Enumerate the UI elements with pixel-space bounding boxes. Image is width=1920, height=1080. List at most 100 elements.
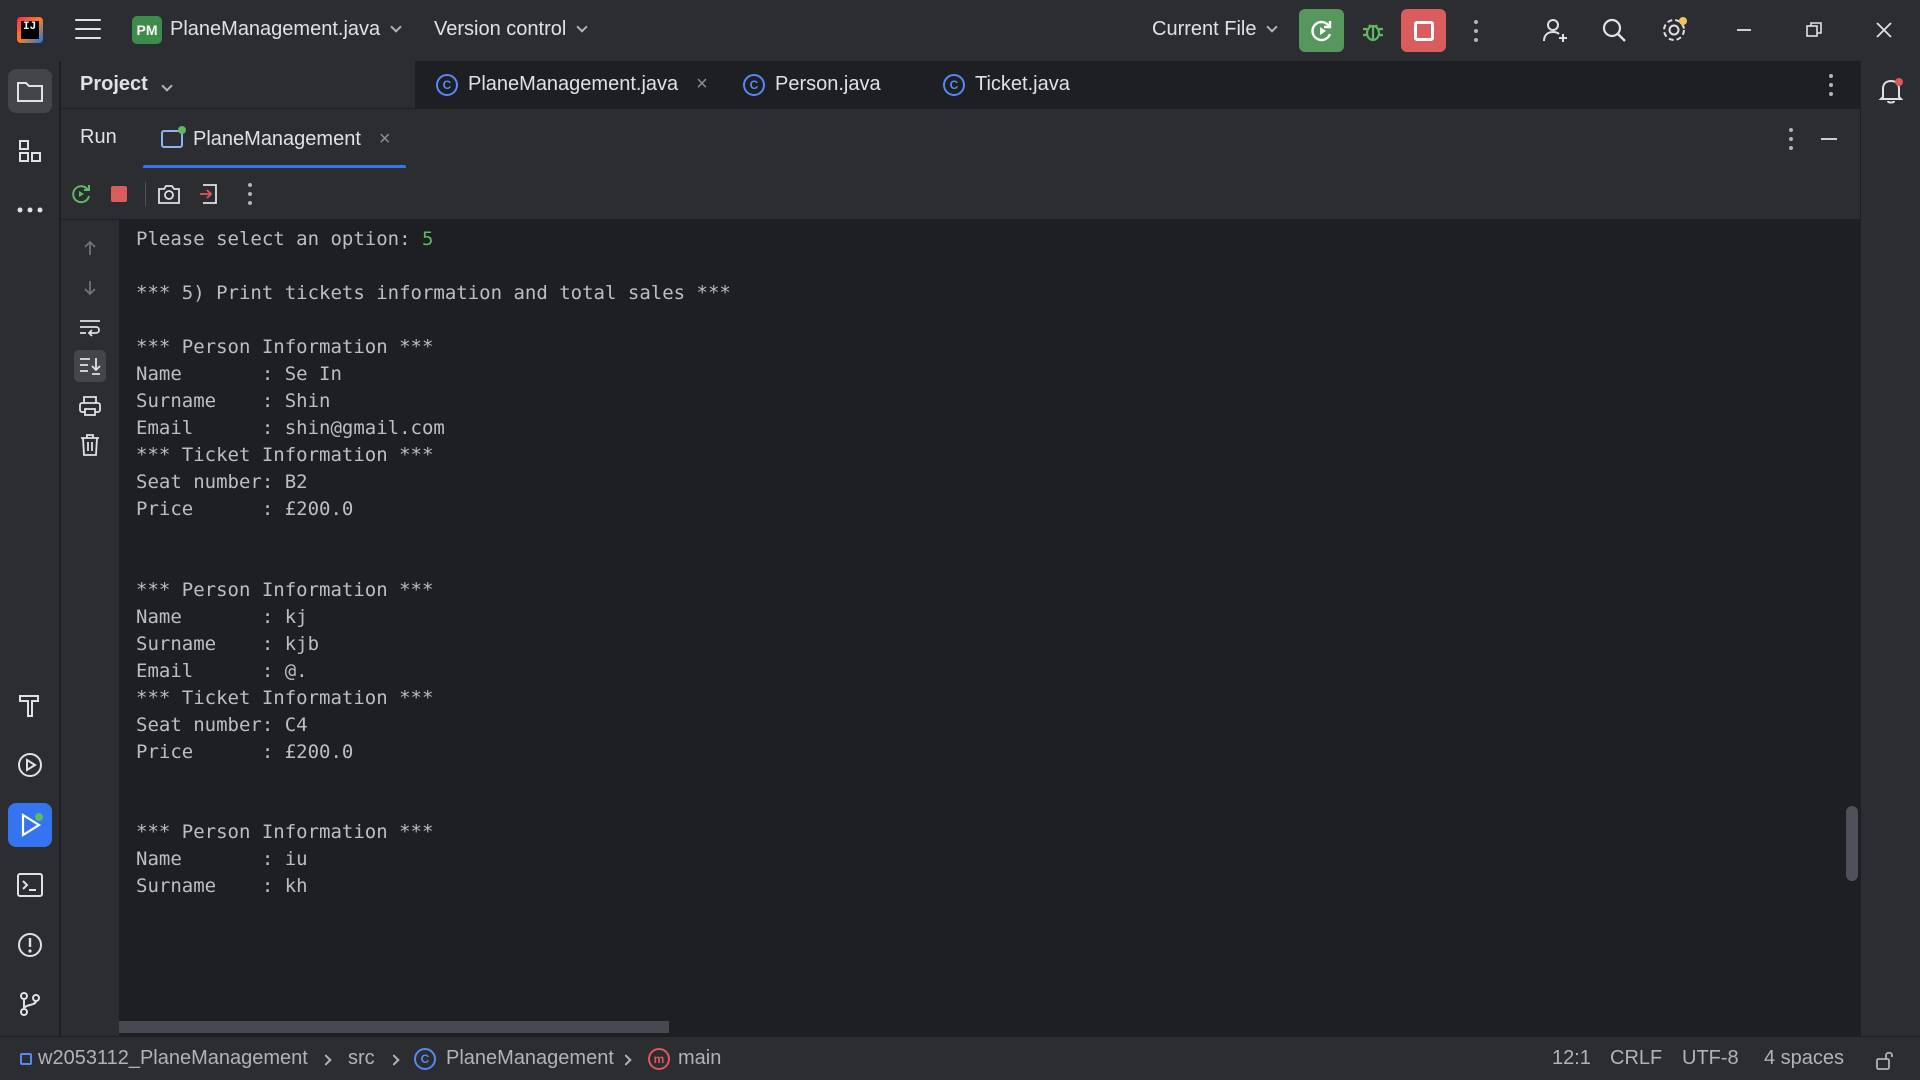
breadcrumb-separator-icon: [620, 1054, 632, 1066]
console-line: Surname : Shin: [136, 390, 331, 412]
breadcrumb-module[interactable]: w2053112_PlaneManagement: [20, 1047, 308, 1070]
add-user-icon[interactable]: [1539, 14, 1571, 46]
folder-icon: [17, 82, 43, 102]
breadcrumb-src[interactable]: src: [348, 1047, 375, 1070]
screenshot-camera-icon[interactable]: [155, 180, 183, 208]
tab-person-java[interactable]: C Person.java: [743, 61, 881, 108]
chevron-down-icon: [1266, 21, 1279, 33]
chevron-down-icon: [576, 21, 588, 33]
project-selector[interactable]: PlaneManagement.java: [170, 18, 402, 41]
class-icon: C: [743, 73, 765, 96]
stop-button[interactable]: [1401, 9, 1446, 52]
bell-icon: [1878, 78, 1904, 104]
stop-icon: [1413, 20, 1434, 41]
project-panel-title[interactable]: Project: [80, 73, 174, 96]
up-arrow-icon[interactable]: [74, 232, 106, 264]
file-lock-icon[interactable]: [1874, 1049, 1896, 1071]
rerun-icon: [1310, 20, 1331, 41]
terminal-icon: [17, 873, 43, 897]
module-icon: [20, 1052, 32, 1065]
console-output[interactable]: Please select an option: 5 *** 5) Print …: [119, 220, 1860, 1036]
console-line: Email : shin@gmail.com: [136, 417, 445, 439]
method-icon: m: [648, 1047, 670, 1070]
close-tab-icon[interactable]: ×: [696, 73, 708, 96]
main-menu-icon[interactable]: [75, 19, 101, 41]
hide-window-icon[interactable]: [1813, 123, 1845, 155]
exit-restore-icon[interactable]: [195, 180, 223, 208]
breadcrumb-separator-icon: [388, 1054, 400, 1066]
scroll-to-end-icon[interactable]: [74, 350, 106, 382]
build-tool-button[interactable]: [8, 683, 52, 727]
tabs-more-icon[interactable]: [1828, 74, 1834, 96]
file-encoding[interactable]: UTF-8: [1682, 1047, 1739, 1070]
run-toolbar: [61, 168, 1860, 220]
restore-icon[interactable]: [1798, 14, 1830, 46]
more-tools-button[interactable]: [8, 188, 52, 232]
method-label: main: [678, 1047, 722, 1069]
rerun-icon[interactable]: [67, 180, 95, 208]
hammer-icon: [19, 695, 39, 717]
vertical-scrollbar[interactable]: [1846, 806, 1858, 881]
console-line: Email : @.: [136, 660, 308, 682]
application-icon: [161, 126, 186, 148]
print-icon[interactable]: [74, 390, 106, 422]
chevron-down-icon: [390, 21, 402, 33]
stop-process-icon[interactable]: [105, 180, 133, 208]
terminal-tool-button[interactable]: [8, 863, 52, 907]
close-window-icon[interactable]: [1868, 14, 1900, 46]
settings-gear-icon[interactable]: [1658, 14, 1690, 46]
search-icon[interactable]: [1598, 14, 1630, 46]
title-bar: IJ PM PlaneManagement.java Version contr…: [0, 0, 1920, 61]
console-line: Price : £200.0: [136, 741, 354, 763]
breadcrumb-class[interactable]: C PlaneManagement: [414, 1047, 614, 1070]
run-tool-button[interactable]: [8, 803, 52, 847]
editor-tabs: C PlaneManagement.java × C Person.java C…: [415, 61, 1860, 108]
project-tool-button[interactable]: [8, 69, 52, 113]
console-line: Surname : kjb: [136, 633, 320, 655]
console-line: Name : iu: [136, 848, 308, 870]
caret-position[interactable]: 12:1: [1552, 1047, 1591, 1070]
src-label: src: [348, 1047, 375, 1069]
class-icon: C: [943, 73, 965, 96]
structure-tool-button[interactable]: [8, 129, 52, 173]
tab-ticket-java[interactable]: C Ticket.java: [943, 61, 1070, 108]
run-config-selector[interactable]: Current File: [1152, 18, 1279, 41]
console-line: Please select an option: 5: [136, 228, 434, 250]
git-tool-button[interactable]: [8, 982, 52, 1026]
console-line: *** Ticket Information ***: [136, 444, 434, 466]
console-line: Price : £200.0: [136, 498, 354, 520]
console-line: *** Person Information ***: [136, 336, 434, 358]
problems-icon: [18, 933, 42, 957]
version-control-menu[interactable]: Version control: [434, 18, 588, 41]
indent-setting[interactable]: 4 spaces: [1764, 1047, 1844, 1070]
run-toolbar-more-icon[interactable]: [247, 183, 253, 205]
trash-icon[interactable]: [74, 429, 106, 461]
notifications-button[interactable]: [1869, 69, 1913, 113]
left-tool-strip: [0, 61, 60, 1036]
line-separator[interactable]: CRLF: [1610, 1047, 1662, 1070]
soft-wrap-icon[interactable]: [74, 311, 106, 343]
close-run-tab-icon[interactable]: ×: [379, 128, 391, 151]
debug-button[interactable]: [1355, 13, 1391, 49]
tab-run-planemanagement[interactable]: PlaneManagement ×: [141, 109, 411, 169]
project-badge[interactable]: PM: [132, 16, 162, 44]
services-tool-button[interactable]: [8, 743, 52, 787]
user-input: 5: [421, 228, 434, 250]
right-tool-strip: [1860, 61, 1920, 1036]
problems-tool-button[interactable]: [8, 923, 52, 967]
breadcrumb-method[interactable]: m main: [648, 1047, 721, 1070]
tab-label: Ticket.java: [975, 73, 1070, 95]
horizontal-scrollbar[interactable]: [119, 1021, 669, 1033]
down-arrow-icon[interactable]: [74, 272, 106, 304]
run-window-options-icon[interactable]: [1788, 128, 1794, 150]
module-label: w2053112_PlaneManagement: [38, 1047, 308, 1069]
intellij-logo-icon[interactable]: IJ: [17, 17, 43, 43]
git-branch-icon: [20, 992, 40, 1016]
console-line: Name : kj: [136, 606, 308, 628]
tab-planemanagement-java[interactable]: C PlaneManagement.java ×: [436, 61, 708, 108]
rerun-button[interactable]: [1299, 9, 1344, 52]
more-actions-icon[interactable]: [1473, 20, 1479, 42]
tab-label: PlaneManagement.java: [468, 73, 679, 95]
run-config-label: Current File: [1152, 18, 1257, 40]
minimize-icon[interactable]: [1728, 14, 1760, 46]
